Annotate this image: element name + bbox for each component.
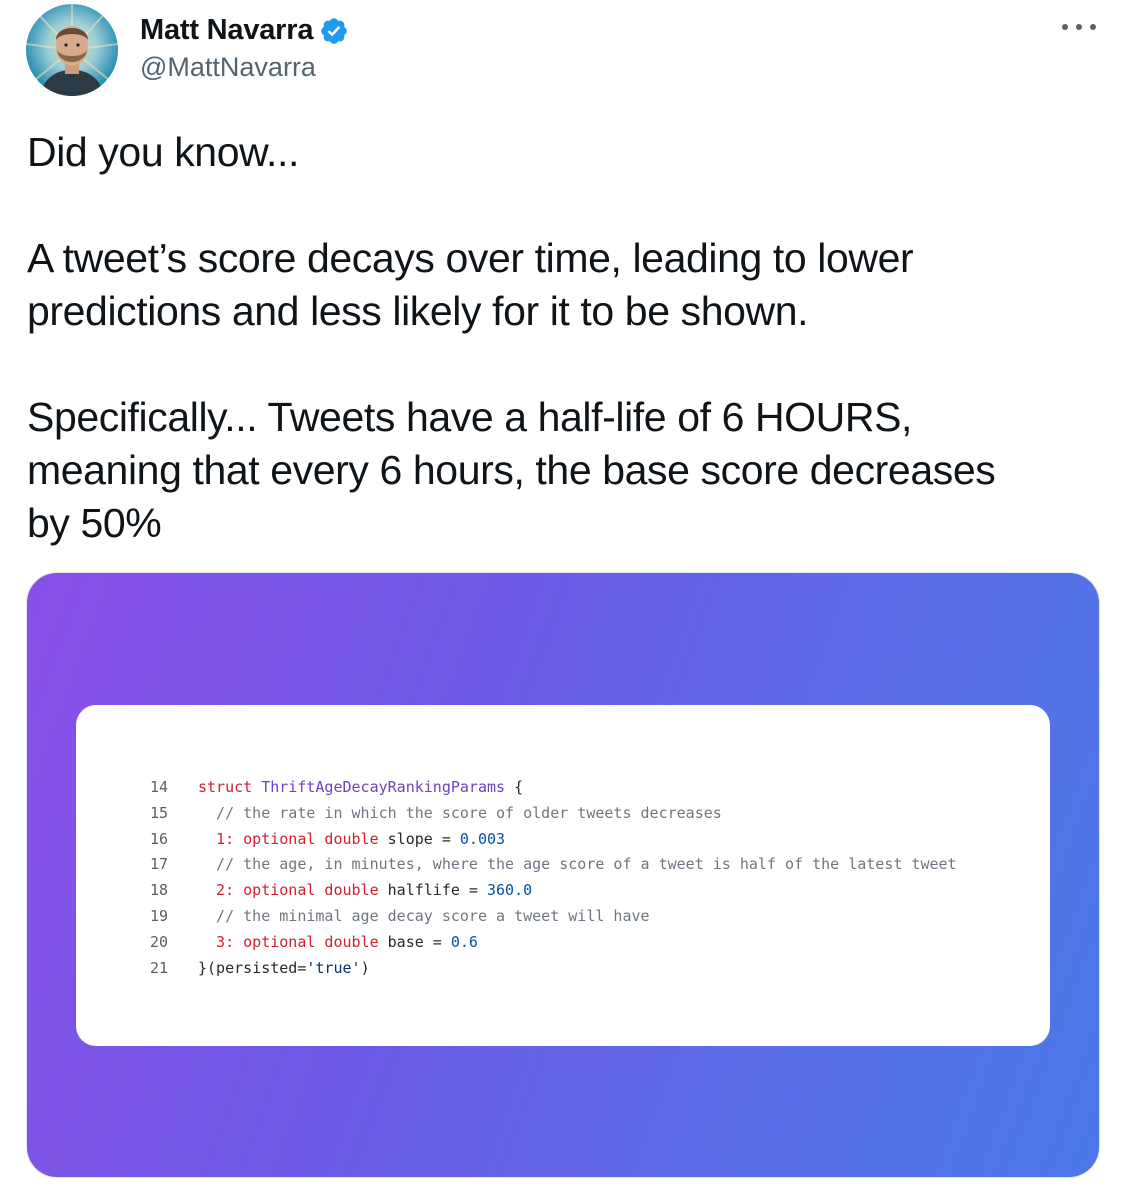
code-token: ThriftAgeDecayRankingParams <box>261 778 506 796</box>
code-token: { <box>505 778 524 796</box>
code-token: struct <box>198 778 262 796</box>
code-line: 15 // the rate in which the score of old… <box>150 801 957 827</box>
line-number: 21 <box>150 958 169 977</box>
tweet-line: A tweet’s score decays over time, leadin… <box>27 235 914 281</box>
line-number: 16 <box>150 829 169 848</box>
code-line: 20 3: optional double base = 0.6 <box>150 930 957 956</box>
avatar-photo <box>26 4 118 96</box>
code-token: // the minimal age decay score a tweet w… <box>198 906 650 925</box>
dot <box>1090 24 1096 30</box>
code-token: 0.003 <box>459 829 506 848</box>
code-line: 16 1: optional double slope = 0.003 <box>150 827 957 853</box>
line-number: 20 <box>150 932 169 951</box>
code-line: 17 // the age, in minutes, where the age… <box>150 852 957 878</box>
tweet-media-image[interactable]: 14 struct ThriftAgeDecayRankingParams {15… <box>27 573 1099 1177</box>
tweet-line: predictions and less likely for it to be… <box>27 288 809 334</box>
tweet-line: by 50% <box>27 500 162 546</box>
tweet-text: Did you know... A tweet’s score decays o… <box>27 126 1107 550</box>
line-number: 17 <box>150 855 169 874</box>
line-number: 18 <box>150 881 169 900</box>
code-line: 14 struct ThriftAgeDecayRankingParams { <box>150 775 957 801</box>
display-name[interactable]: Matt Navarra <box>140 14 313 47</box>
tweet-line: Specifically... Tweets have a half-life … <box>27 394 913 440</box>
code-block: 14 struct ThriftAgeDecayRankingParams {15… <box>150 775 957 981</box>
code-token: 2: optional double <box>198 881 388 900</box>
code-token: ) <box>360 958 370 977</box>
more-options-icon[interactable] <box>1062 18 1096 36</box>
code-token: }(persisted= <box>198 958 307 977</box>
code-token: halflife = <box>387 881 487 900</box>
tweet-line: Did you know... <box>27 129 300 175</box>
code-token: 'true' <box>306 958 361 977</box>
code-line: 19 // the minimal age decay score a twee… <box>150 904 957 930</box>
dot <box>1062 24 1068 30</box>
verified-badge-icon <box>321 17 348 44</box>
code-line: 18 2: optional double halflife = 360.0 <box>150 878 957 904</box>
dot <box>1076 24 1082 30</box>
avatar[interactable] <box>26 4 118 96</box>
code-line: 21 }(persisted='true') <box>150 956 957 982</box>
code-token: // the rate in which the score of older … <box>198 803 722 822</box>
code-token: 360.0 <box>487 881 533 900</box>
line-number: 19 <box>150 906 169 925</box>
code-token: base = <box>387 932 451 951</box>
code-snippet-card: 14 struct ThriftAgeDecayRankingParams {15… <box>76 705 1050 1046</box>
tweet-line: meaning that every 6 hours, the base sco… <box>27 447 996 493</box>
code-token: // the age, in minutes, where the age sc… <box>198 855 957 874</box>
name-row: Matt Navarra <box>140 14 349 47</box>
code-token: slope = <box>387 829 460 848</box>
code-token: 1: optional double <box>198 829 388 848</box>
handle[interactable]: @MattNavarra <box>140 52 316 83</box>
line-number: 15 <box>150 803 169 822</box>
line-number: 14 <box>150 778 169 796</box>
code-token: 0.6 <box>450 932 478 951</box>
tweet-header: Matt Navarra @MattNavarra <box>26 4 1106 96</box>
code-token: 3: optional double <box>198 932 388 951</box>
